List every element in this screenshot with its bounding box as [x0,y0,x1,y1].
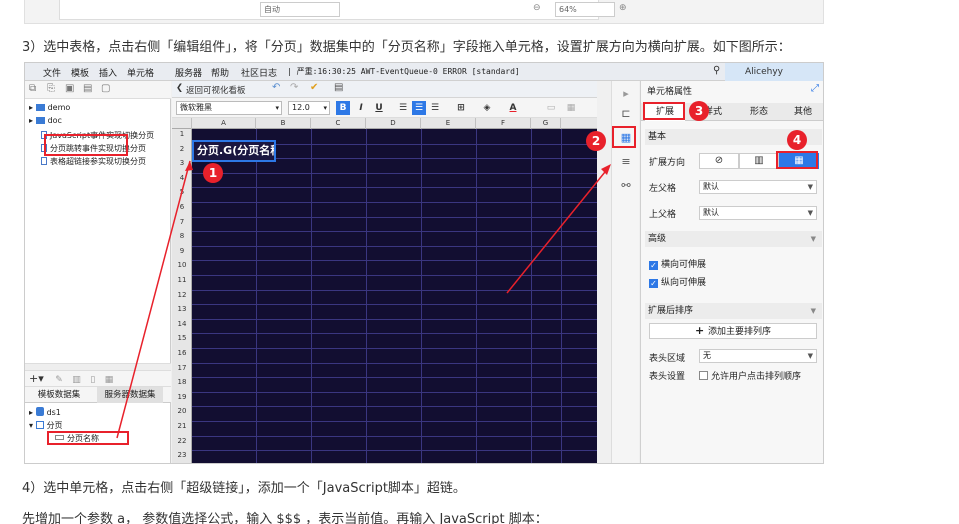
step4-text: 4）选中单元格，点击右侧「超级链接」，添加一个「JavaScript脚本」超链。 [22,481,466,496]
arrow-to-cell-attr [506,166,610,294]
zoom-in-icon[interactable]: ⊕ [619,3,627,13]
designer-screenshot: 文件 模板 插入 单元格 服务器 帮助 社区日志 | 严重:16:30:25 A… [24,62,824,464]
arrow-head-icon [601,164,611,175]
arrow-field-to-cell [116,160,191,439]
annotation-number-4: 4 [787,130,807,150]
step5-text: 先增加一个参数 a， 参数值选择公式，输入 $$$ ，表示当前值。再输入 Jav… [22,512,548,524]
page: 自动 ⊖ 64% ⊕ 3）选中表格，点击右侧「编辑组件」，将「分页」数据集中的「… [0,0,959,524]
annotation-number-2: 2 [586,131,606,151]
previous-screenshot-strip: 自动 ⊖ 64% ⊕ [24,0,824,24]
previous-panel: 自动 [59,0,599,20]
previous-select[interactable]: 自动 [260,2,340,17]
zoom-out-icon[interactable]: ⊖ [533,3,541,13]
annotation-number-3: 3 [689,101,709,121]
annotation-number-1: 1 [203,163,223,183]
annotation-arrows [116,160,611,439]
zoom-select[interactable]: 64% [555,2,615,17]
step3-text: 3）选中表格，点击右侧「编辑组件」，将「分页」数据集中的「分页名称」字段拖入单元… [22,40,791,55]
